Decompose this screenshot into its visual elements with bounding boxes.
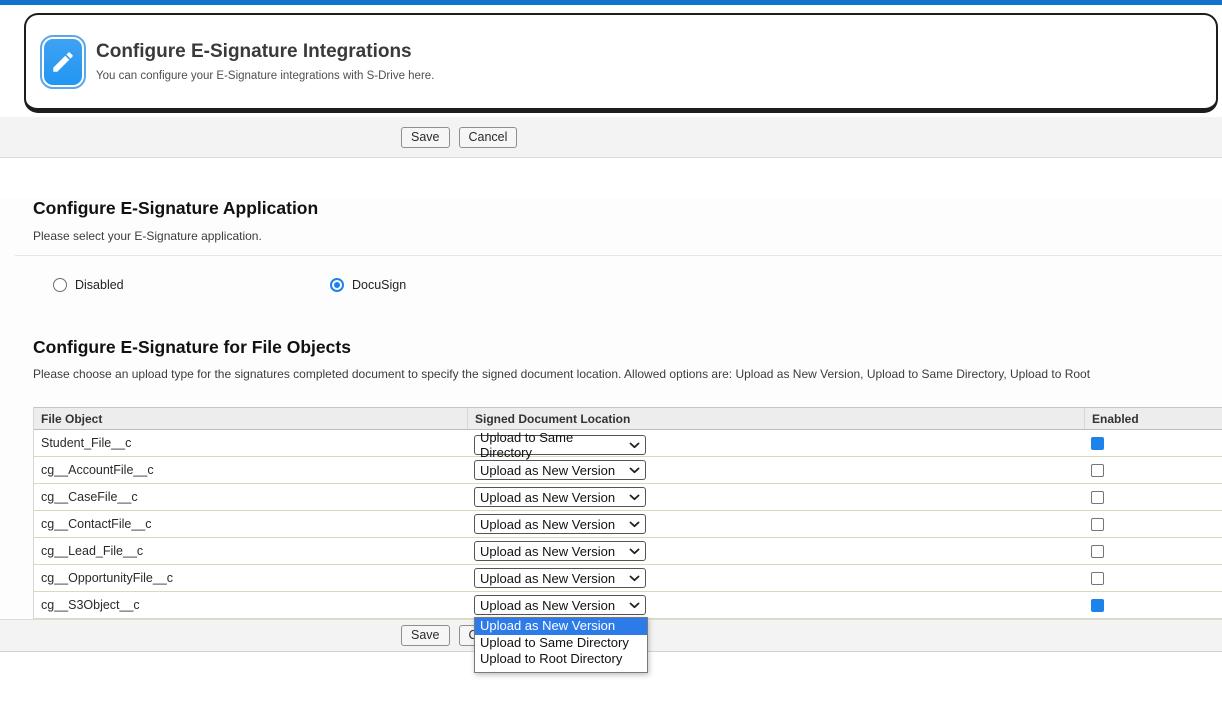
radio-label: Disabled: [75, 278, 124, 292]
select-wrap: Upload as New Version: [474, 568, 646, 588]
radio-option: Disabled: [53, 278, 330, 292]
enabled-cell: [1084, 511, 1222, 537]
chevron-down-icon: [629, 602, 640, 609]
select-wrap: Upload to Same Directory: [474, 431, 646, 455]
file-section-title: Configure E-Signature for File Objects: [33, 337, 1222, 358]
enabled-cell: [1084, 592, 1222, 618]
signed-document-location-select[interactable]: Upload as New Version: [474, 595, 646, 615]
location-cell: Upload as New Version: [467, 511, 1084, 537]
location-cell: Upload to Same Directory: [467, 430, 1084, 456]
enabled-cell: [1084, 430, 1222, 456]
chevron-down-icon: [629, 521, 640, 528]
pencil-icon: [40, 35, 86, 89]
esignature-app-options: Disabled DocuSign: [0, 277, 1222, 293]
header-panel: Configure E-Signature Integrations You c…: [24, 13, 1218, 113]
selected-option-label: Upload as New Version: [480, 517, 615, 532]
selected-option-label: Upload as New Version: [480, 544, 615, 559]
page-subtitle: You can configure your E-Signature integ…: [96, 70, 434, 82]
signed-document-location-select[interactable]: Upload as New Version: [474, 541, 646, 561]
selected-option-label: Upload as New Version: [480, 598, 615, 613]
table-header-row: File Object Signed Document Location Ena…: [34, 407, 1222, 430]
file-section-description: Please choose an upload type for the sig…: [33, 367, 1222, 381]
location-cell: Upload as New Version: [467, 565, 1084, 591]
chevron-down-icon: [629, 442, 640, 449]
chevron-down-icon: [629, 575, 640, 582]
signed-document-location-select[interactable]: Upload as New Version: [474, 514, 646, 534]
signed-document-location-select[interactable]: Upload as New Version: [474, 487, 646, 507]
selected-option-label: Upload to Same Directory: [480, 430, 625, 460]
table-row: cg__S3Object__c Upload as New VersionUplo…: [34, 592, 1222, 619]
table-row: cg__ContactFile__c Upload as New Version: [34, 511, 1222, 538]
column-header-signed-document-location: Signed Document Location: [467, 408, 1084, 429]
chevron-down-icon: [629, 494, 640, 501]
app-section-title: Configure E-Signature Application: [33, 198, 1222, 219]
signed-document-location-select[interactable]: Upload to Same Directory: [474, 435, 646, 455]
select-wrap: Upload as New VersionUpload as New Versi…: [474, 595, 646, 615]
column-header-enabled: Enabled: [1084, 408, 1222, 429]
selected-option-label: Upload as New Version: [480, 490, 615, 505]
file-object-name: cg__CaseFile__c: [34, 484, 467, 510]
select-wrap: Upload as New Version: [474, 541, 646, 561]
select-dropdown-menu: Upload as New VersionUpload to Same Dire…: [474, 617, 648, 673]
selected-option-label: Upload as New Version: [480, 571, 615, 586]
file-objects-table-body: Student_File__cUpload to Same Directoryc…: [34, 430, 1222, 619]
column-header-file-object: File Object: [34, 408, 467, 429]
radio-docusign[interactable]: [330, 278, 344, 292]
file-object-name: cg__Lead_File__c: [34, 538, 467, 564]
enabled-cell: [1084, 538, 1222, 564]
table-row: Student_File__c Upload to Same Directory: [34, 430, 1222, 457]
enabled-checkbox[interactable]: [1091, 491, 1104, 504]
enabled-cell: [1084, 484, 1222, 510]
radio-disabled[interactable]: [53, 278, 67, 292]
chevron-down-icon: [629, 548, 640, 555]
app-section-description: Please select your E-Signature applicati…: [33, 229, 1222, 243]
chevron-down-icon: [629, 467, 640, 474]
select-wrap: Upload as New Version: [474, 514, 646, 534]
dropdown-option[interactable]: Upload to Same Directory: [475, 635, 647, 652]
enabled-checkbox[interactable]: [1091, 599, 1104, 612]
table-row: cg__CaseFile__c Upload as New Version: [34, 484, 1222, 511]
enabled-checkbox[interactable]: [1091, 518, 1104, 531]
table-row: cg__Lead_File__c Upload as New Version: [34, 538, 1222, 565]
selected-option-label: Upload as New Version: [480, 463, 615, 478]
signed-document-location-select[interactable]: Upload as New Version: [474, 460, 646, 480]
enabled-checkbox[interactable]: [1091, 545, 1104, 558]
location-cell: Upload as New VersionUpload as New Versi…: [467, 592, 1084, 618]
file-objects-table: File Object Signed Document Location Ena…: [33, 407, 1222, 619]
page-title: Configure E-Signature Integrations: [96, 41, 434, 63]
top-toolbar: Save Cancel: [0, 117, 1222, 158]
save-button-bottom[interactable]: Save: [401, 625, 450, 646]
save-button[interactable]: Save: [401, 127, 450, 148]
file-object-name: cg__S3Object__c: [34, 592, 467, 618]
select-wrap: Upload as New Version: [474, 460, 646, 480]
top-accent-bar: [0, 0, 1222, 5]
location-cell: Upload as New Version: [467, 457, 1084, 483]
cancel-button[interactable]: Cancel: [459, 127, 518, 148]
file-object-name: cg__OpportunityFile__c: [34, 565, 467, 591]
enabled-cell: [1084, 565, 1222, 591]
radio-option: DocuSign: [330, 278, 607, 292]
enabled-checkbox[interactable]: [1091, 464, 1104, 477]
radio-label: DocuSign: [352, 278, 406, 292]
table-row: cg__AccountFile__c Upload as New Version: [34, 457, 1222, 484]
location-cell: Upload as New Version: [467, 538, 1084, 564]
main-content: Configure E-Signature Application Please…: [0, 198, 1222, 619]
enabled-checkbox[interactable]: [1091, 437, 1104, 450]
location-cell: Upload as New Version: [467, 484, 1084, 510]
file-object-name: cg__ContactFile__c: [34, 511, 467, 537]
table-row: cg__OpportunityFile__c Upload as New Vers…: [34, 565, 1222, 592]
select-wrap: Upload as New Version: [474, 487, 646, 507]
enabled-cell: [1084, 457, 1222, 483]
dropdown-option[interactable]: Upload as New Version: [475, 618, 647, 635]
enabled-checkbox[interactable]: [1091, 572, 1104, 585]
section-divider: [15, 255, 1222, 256]
file-object-name: cg__AccountFile__c: [34, 457, 467, 483]
signed-document-location-select[interactable]: Upload as New Version: [474, 568, 646, 588]
file-object-name: Student_File__c: [34, 430, 467, 456]
dropdown-option[interactable]: Upload to Root Directory: [475, 651, 647, 668]
